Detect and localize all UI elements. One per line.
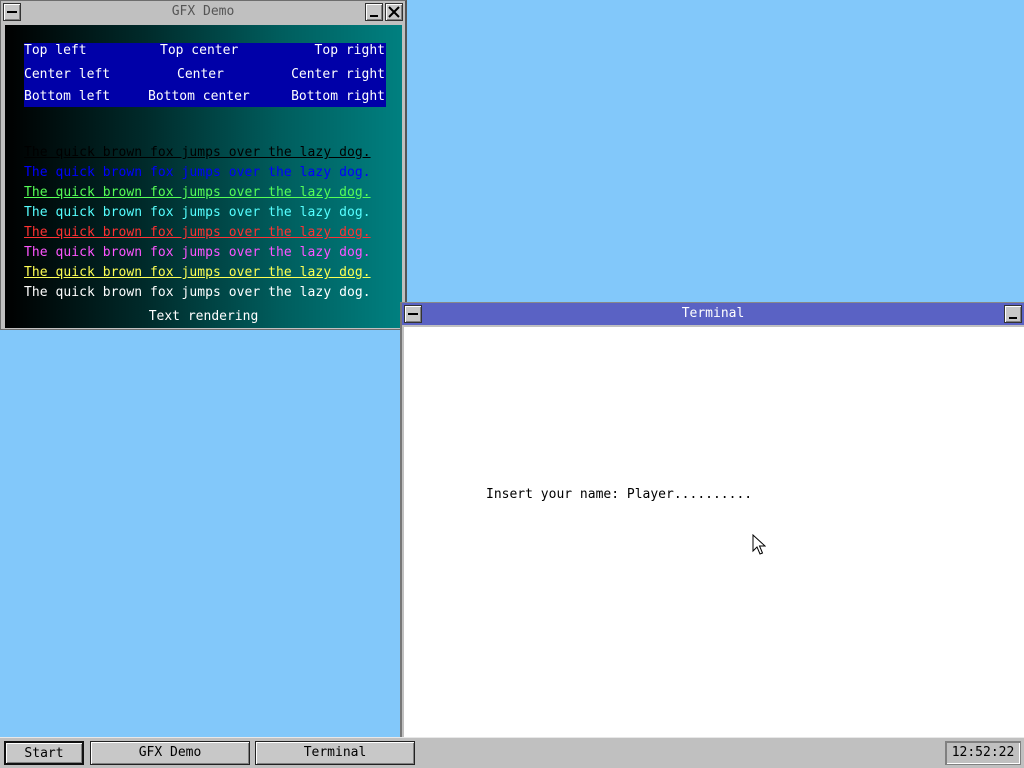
- terminal-window[interactable]: Terminal Insert your name: Player.......…: [400, 302, 1024, 737]
- label-center-left: Center left: [24, 67, 111, 82]
- taskbar-clock: 12:52:22: [945, 741, 1021, 765]
- mouse-pointer-icon: [752, 534, 766, 555]
- sample-text-line: The quick brown fox jumps over the lazy …: [24, 285, 371, 300]
- label-top-right: Top right: [314, 43, 385, 58]
- window-menu-icon: [408, 313, 418, 315]
- minimize-icon: [370, 15, 378, 17]
- taskbar: Start GFX Demo Terminal 12:52:22: [0, 737, 1024, 768]
- terminal-output[interactable]: Insert your name: Player..........: [404, 327, 1024, 737]
- gfx-demo-title: GFX Demo: [171, 4, 235, 19]
- start-button[interactable]: Start: [4, 741, 84, 765]
- gfx-demo-window[interactable]: GFX Demo Top left Top center Top right C…: [0, 0, 407, 330]
- taskbar-item-terminal[interactable]: Terminal: [255, 741, 415, 765]
- sample-text-line: The quick brown fox jumps over the lazy …: [24, 165, 371, 180]
- terminal-title: Terminal: [681, 306, 745, 321]
- name-prompt: Insert your name: Player..........: [486, 487, 753, 502]
- sample-text-line: The quick brown fox jumps over the lazy …: [24, 225, 371, 240]
- minimize-button[interactable]: [365, 3, 383, 21]
- gfx-demo-titlebar[interactable]: GFX Demo: [1, 1, 405, 23]
- window-menu-icon: [7, 11, 17, 13]
- gfx-demo-canvas: Top left Top center Top right Center lef…: [5, 25, 402, 328]
- label-bottom-left: Bottom left: [24, 89, 111, 104]
- sample-text-line: The quick brown fox jumps over the lazy …: [24, 185, 371, 200]
- label-center: Center: [177, 67, 224, 82]
- sample-text-line: The quick brown fox jumps over the lazy …: [24, 265, 371, 280]
- window-menu-button[interactable]: [404, 305, 422, 323]
- alignment-demo-box: Top left Top center Top right Center lef…: [24, 43, 386, 107]
- label-top-left: Top left: [24, 43, 87, 58]
- minimize-button[interactable]: [1004, 305, 1022, 323]
- sample-text-line: The quick brown fox jumps over the lazy …: [24, 245, 371, 260]
- sample-text-line: The quick brown fox jumps over the lazy …: [24, 145, 371, 160]
- label-bottom-right: Bottom right: [291, 89, 385, 104]
- close-icon: [388, 6, 400, 18]
- sample-text-line: The quick brown fox jumps over the lazy …: [24, 205, 371, 220]
- demo-caption: Text rendering: [148, 309, 259, 324]
- close-button[interactable]: [385, 3, 403, 21]
- terminal-titlebar[interactable]: Terminal: [402, 303, 1024, 325]
- minimize-icon: [1009, 317, 1017, 319]
- label-top-center: Top center: [160, 43, 239, 58]
- window-menu-button[interactable]: [3, 3, 21, 21]
- taskbar-item-gfx-demo[interactable]: GFX Demo: [90, 741, 250, 765]
- label-center-right: Center right: [291, 67, 385, 82]
- label-bottom-center: Bottom center: [148, 89, 250, 104]
